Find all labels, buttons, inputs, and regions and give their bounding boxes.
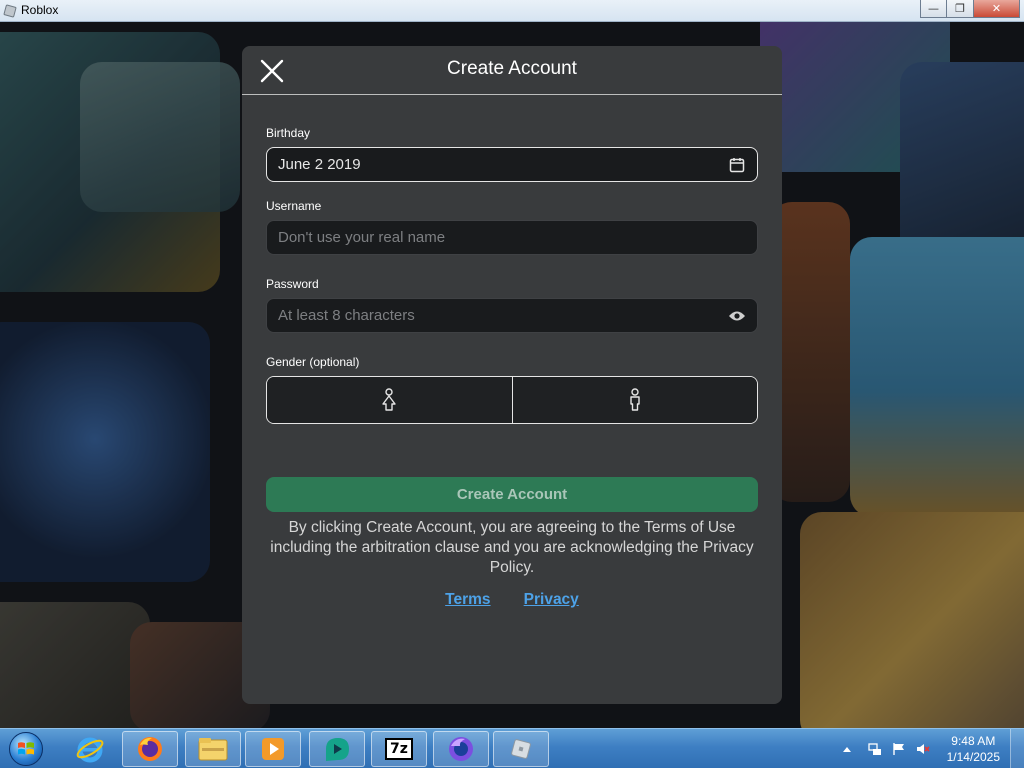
gender-male-button[interactable] bbox=[511, 377, 757, 423]
birthday-field[interactable]: June 2 2019 bbox=[266, 147, 758, 182]
show-desktop-button[interactable] bbox=[1010, 729, 1024, 768]
gender-female-button[interactable] bbox=[267, 377, 512, 423]
taskbar-app[interactable] bbox=[309, 731, 365, 767]
windows-logo-icon bbox=[9, 732, 43, 766]
terms-link[interactable]: Terms bbox=[445, 591, 490, 608]
username-field[interactable] bbox=[266, 220, 758, 255]
taskbar-ie[interactable] bbox=[62, 731, 118, 767]
start-button[interactable] bbox=[4, 730, 48, 768]
internet-explorer-icon bbox=[76, 737, 104, 763]
volume-muted-icon[interactable] bbox=[916, 742, 930, 756]
female-icon bbox=[382, 388, 396, 411]
action-center-flag-icon[interactable] bbox=[892, 742, 906, 756]
clock-time: 9:48 AM bbox=[951, 734, 996, 748]
legal-links: Terms Privacy bbox=[242, 589, 782, 609]
clock[interactable]: 9:48 AM 1/14/2025 bbox=[947, 733, 1000, 765]
taskbar-roblox[interactable] bbox=[493, 731, 549, 767]
media-player-icon bbox=[262, 738, 284, 760]
app-icon bbox=[326, 738, 349, 761]
create-account-button[interactable]: Create Account bbox=[266, 477, 758, 512]
window-title: Roblox bbox=[21, 3, 59, 17]
network-icon[interactable] bbox=[868, 742, 882, 756]
roblox-app-icon bbox=[3, 4, 17, 18]
legal-notice: By clicking Create Account, you are agre… bbox=[270, 519, 754, 576]
modal-title: Create Account bbox=[447, 58, 577, 79]
gender-label: Gender (optional) bbox=[266, 355, 360, 369]
taskbar-media-player[interactable] bbox=[245, 731, 301, 767]
minimize-button[interactable]: — bbox=[920, 0, 947, 18]
eye-icon[interactable] bbox=[728, 307, 746, 325]
taskbar-file-explorer[interactable] bbox=[185, 731, 241, 767]
privacy-link[interactable]: Privacy bbox=[524, 591, 579, 608]
gender-selector bbox=[266, 376, 758, 424]
password-label: Password bbox=[266, 277, 319, 291]
password-input[interactable] bbox=[278, 307, 728, 324]
calendar-icon[interactable] bbox=[728, 156, 746, 174]
male-icon bbox=[630, 388, 640, 411]
taskbar-7zip[interactable]: 7z bbox=[371, 731, 427, 767]
clock-date: 1/14/2025 bbox=[946, 750, 1000, 764]
username-label: Username bbox=[266, 199, 322, 213]
file-explorer-icon bbox=[198, 738, 228, 761]
show-hidden-icons-icon[interactable] bbox=[840, 742, 854, 756]
roblox-icon bbox=[511, 739, 531, 759]
create-account-modal: Create Account Birthday June 2 2019 User… bbox=[242, 46, 782, 704]
birthday-value: June 2 2019 bbox=[278, 156, 361, 173]
modal-header: Create Account bbox=[242, 46, 782, 95]
firefox-nightly-icon bbox=[449, 737, 473, 761]
taskbar-firefox-nightly[interactable] bbox=[433, 731, 489, 767]
password-field[interactable] bbox=[266, 298, 758, 333]
username-input[interactable] bbox=[278, 229, 746, 246]
firefox-icon bbox=[138, 737, 162, 761]
maximize-button[interactable]: ❐ bbox=[947, 0, 974, 18]
taskbar-firefox[interactable] bbox=[122, 731, 178, 767]
close-window-button[interactable]: ✕ bbox=[974, 0, 1020, 18]
window-controls: — ❐ ✕ bbox=[920, 0, 1020, 18]
window-title-bar: Roblox — ❐ ✕ bbox=[0, 0, 1024, 22]
taskbar: 7z 9:48 AM 1/14/2025 bbox=[0, 728, 1024, 768]
birthday-label: Birthday bbox=[266, 126, 311, 140]
7zip-icon: 7z bbox=[385, 738, 413, 760]
